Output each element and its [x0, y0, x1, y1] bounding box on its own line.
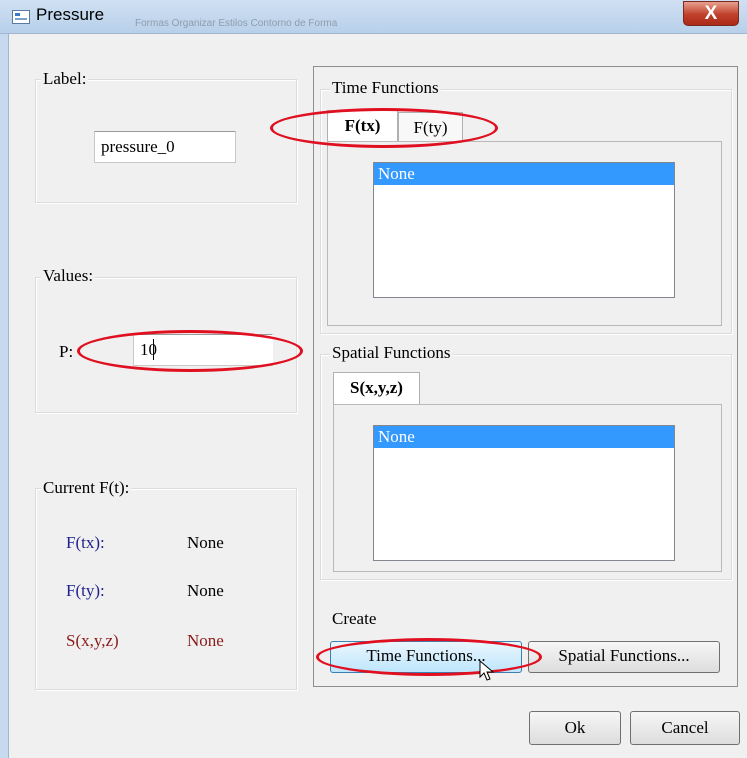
- background-window-strip: Formas Organizar Estilos Contorno de For…: [135, 18, 338, 29]
- tab-sxyz[interactable]: S(x,y,z): [333, 372, 420, 405]
- close-button[interactable]: X: [683, 1, 739, 26]
- list-item[interactable]: None: [374, 426, 674, 448]
- label-input[interactable]: pressure_0: [94, 131, 236, 163]
- current-fty-value: None: [187, 581, 224, 600]
- create-title: Create: [330, 609, 379, 629]
- time-functions-list[interactable]: None: [373, 162, 675, 298]
- title-bar[interactable]: Pressure Formas Organizar Estilos Contor…: [0, 0, 747, 34]
- pressure-label: P:: [59, 342, 74, 361]
- cancel-button[interactable]: Cancel: [630, 711, 740, 745]
- window-icon: [12, 10, 30, 24]
- current-fty-name: F(ty):: [66, 581, 105, 600]
- pressure-highlight-ring: [77, 330, 303, 372]
- current-ft-title: Current F(t):: [41, 478, 132, 498]
- spatial-functions-title: Spatial Functions: [330, 343, 453, 363]
- label-group-title: Label:: [41, 69, 89, 89]
- spatial-functions-button[interactable]: Spatial Functions...: [528, 641, 720, 673]
- current-sxyz-value: None: [187, 631, 224, 650]
- list-item[interactable]: None: [374, 163, 674, 185]
- current-ftx-value: None: [187, 533, 224, 552]
- current-ftx-name: F(tx):: [66, 533, 105, 552]
- ok-button[interactable]: Ok: [529, 711, 621, 745]
- tabs-highlight-ring: [270, 108, 498, 148]
- time-functions-title: Time Functions: [330, 78, 441, 98]
- spatial-functions-list[interactable]: None: [373, 425, 675, 561]
- values-group-title: Values:: [41, 266, 96, 286]
- current-sxyz-name: S(x,y,z): [66, 631, 119, 650]
- window-title: Pressure: [36, 5, 105, 24]
- close-icon: X: [704, 3, 718, 24]
- create-highlight-ring: [316, 638, 542, 676]
- mouse-pointer-icon: [479, 659, 495, 682]
- window-frame: [0, 34, 9, 758]
